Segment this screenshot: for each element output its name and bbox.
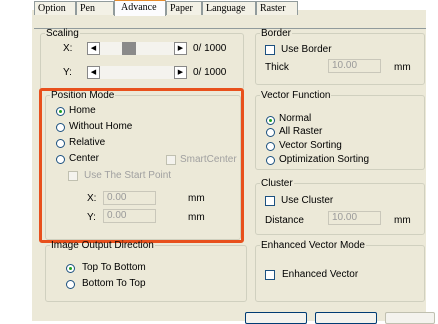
scaling-legend: Scaling <box>46 28 79 39</box>
scroll-right-icon[interactable]: ▶ <box>174 66 187 79</box>
radio-vector-sorting[interactable] <box>266 142 275 151</box>
scroll-right-icon[interactable]: ▶ <box>174 42 187 55</box>
dialog-button-3[interactable] <box>385 312 435 324</box>
scroll-left-icon[interactable]: ◀ <box>87 42 100 55</box>
highlight-box <box>39 88 244 243</box>
radio-vector-sorting-label: Vector Sorting <box>279 140 342 151</box>
radio-top-to-bottom-label: Top To Bottom <box>82 262 146 273</box>
dialog-button-2[interactable] <box>315 312 377 324</box>
tab-pen[interactable]: Pen <box>76 1 114 15</box>
distance-label: Distance <box>265 215 304 226</box>
cluster-group: Cluster <box>255 178 425 235</box>
radio-normal-label: Normal <box>279 113 312 124</box>
radio-bottom-to-top-label: Bottom To Top <box>82 278 146 289</box>
thick-label: Thick <box>265 62 289 73</box>
radio-normal[interactable] <box>266 116 275 125</box>
scaling-y-label: Y: <box>63 67 72 78</box>
use-cluster-checkbox[interactable] <box>265 196 275 206</box>
radio-bottom-to-top[interactable] <box>66 280 75 289</box>
enhanced-vector-legend: Enhanced Vector Mode <box>261 240 365 251</box>
dialog-button-1[interactable] <box>245 312 307 324</box>
scaling-y-scrollbar[interactable]: ◀ ▶ <box>87 66 187 79</box>
distance-unit: mm <box>394 215 411 226</box>
scaling-group: Scaling <box>40 28 244 90</box>
scrollbar-thumb[interactable] <box>122 42 136 55</box>
radio-optimization-sorting-label: Optimization Sorting <box>279 154 370 165</box>
radio-top-to-bottom[interactable] <box>66 264 75 273</box>
border-legend: Border <box>261 28 292 39</box>
scaling-x-value: 0/ 1000 <box>193 43 227 54</box>
radio-all-raster-label: All Raster <box>279 126 323 137</box>
enhanced-vector-checkbox[interactable] <box>265 270 275 280</box>
tab-paper[interactable]: Paper <box>166 1 202 15</box>
scaling-y-value: 0/ 1000 <box>193 67 227 78</box>
border-group: Border <box>255 28 425 85</box>
distance-input[interactable]: 10.00 <box>328 211 381 225</box>
scaling-x-scrollbar[interactable]: ◀ ▶ <box>87 42 187 55</box>
radio-optimization-sorting[interactable] <box>266 156 275 165</box>
tab-language[interactable]: Language <box>202 1 256 15</box>
radio-all-raster[interactable] <box>266 128 275 137</box>
image-output-legend: Image Output Direction <box>51 240 154 251</box>
scaling-x-label: X: <box>63 43 73 54</box>
thick-input[interactable]: 10.00 <box>328 59 381 73</box>
scroll-left-icon[interactable]: ◀ <box>87 66 100 79</box>
use-border-label: Use Border <box>281 44 332 55</box>
vector-function-legend: Vector Function <box>261 90 331 101</box>
use-border-checkbox[interactable] <box>265 45 275 55</box>
tab-advance[interactable]: Advance <box>114 0 166 16</box>
tab-option[interactable]: Option <box>34 1 76 15</box>
cluster-legend: Cluster <box>261 178 293 189</box>
image-output-group: Image Output Direction <box>45 240 247 302</box>
thick-unit: mm <box>394 62 411 73</box>
tab-raster[interactable]: Raster <box>256 1 298 15</box>
use-cluster-label: Use Cluster <box>281 195 334 206</box>
enhanced-vector-label: Enhanced Vector <box>282 269 359 280</box>
